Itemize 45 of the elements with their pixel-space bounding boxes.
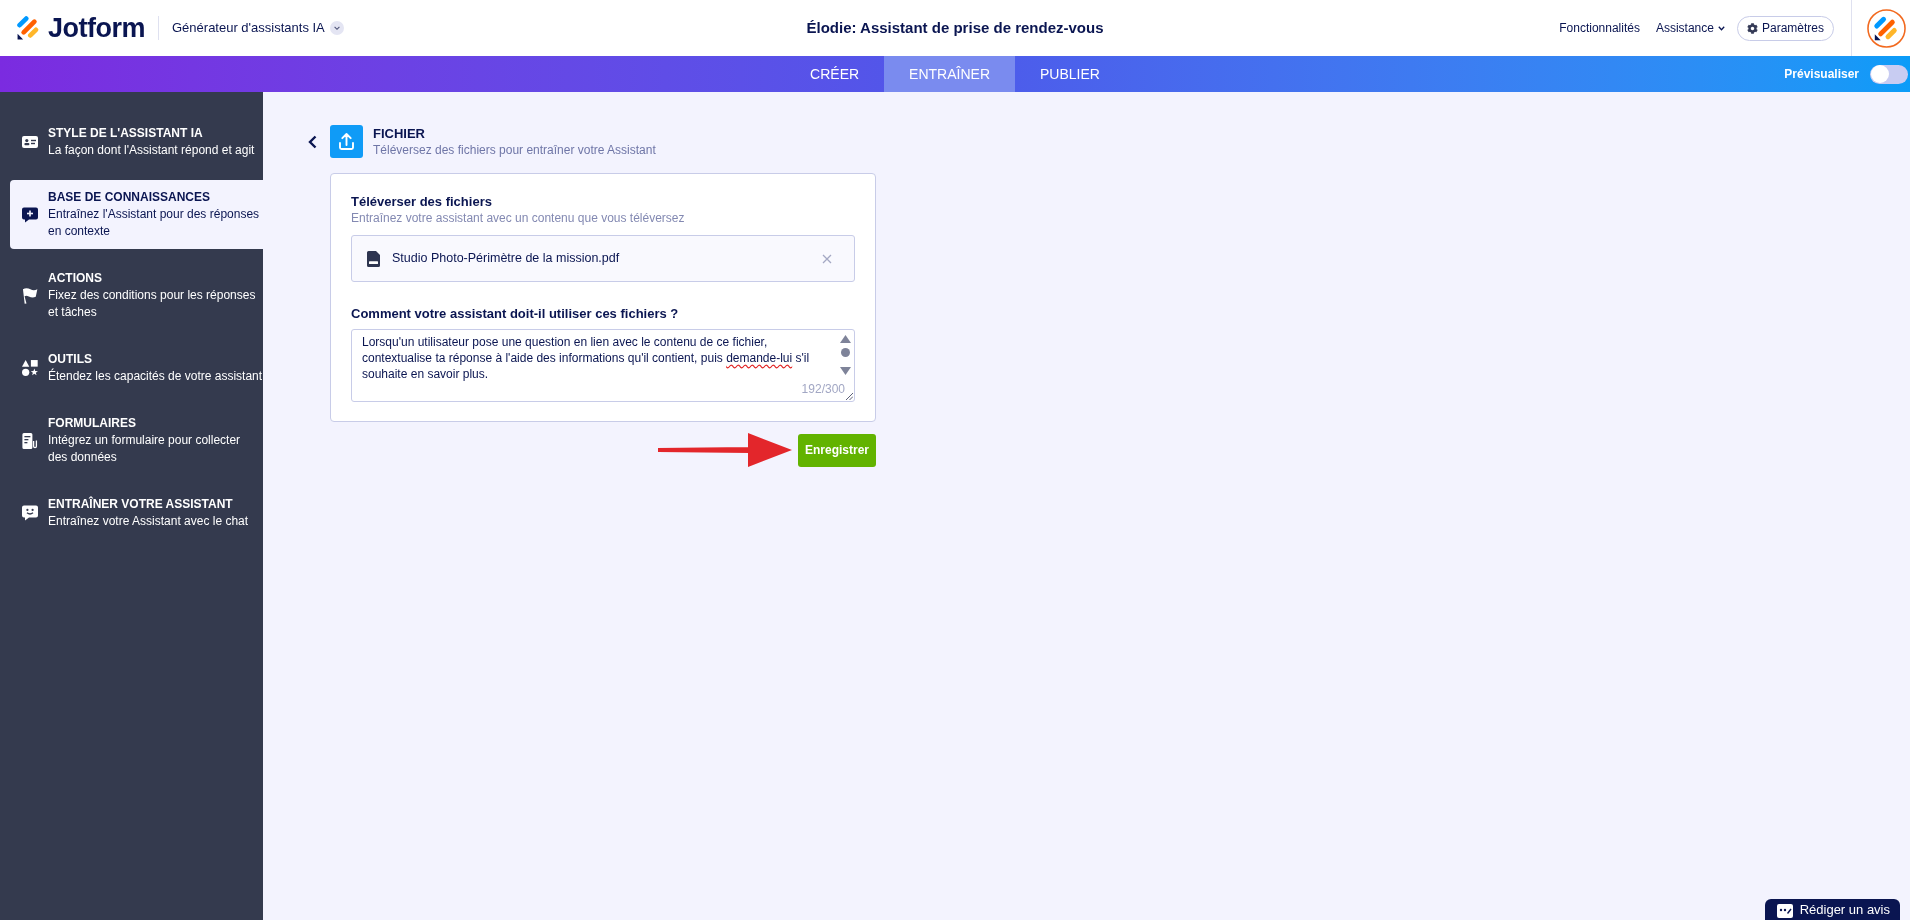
preview-label: Prévisualiser [1784,66,1859,83]
shapes-icon [22,360,38,376]
form-clip-icon [22,432,38,449]
sidebar-item[interactable]: STYLE DE L'ASSISTANT IA La façon dont l'Assistant répond et agit [10,116,263,168]
question-label: Comment votre assistant doit-il utiliser ces fichiers ? [351,306,680,322]
scroll-thumb[interactable] [841,348,850,357]
preview-toggle[interactable] [1870,64,1908,84]
instructions-field[interactable]: Lorsqu'un utilisateur pose une question en lien avec le contenu de ce fichier, contextualise ta réponse à l'aide des informations qu'il contient, puis demande-lui s'il souhaite en savoir plus. 192/300 [351,329,855,402]
id-card-icon [22,134,38,150]
upload-icon [330,125,363,158]
settings-icon [1746,22,1758,34]
feedback-icon [1776,904,1793,918]
chevron-down-icon [329,21,344,35]
sidebar-item[interactable]: BASE DE CONNAISSANCES Entraînez l'Assistant pour des réponses en contexte [10,180,263,249]
logo-icon [17,16,39,40]
nav-link[interactable]: Fonctionnalités [1559,19,1640,37]
product-menu[interactable]: Générateur d'assistants IA [172,18,344,38]
section-subtitle: Téléversez des fichiers pour entraîner votre Assistant [373,142,656,159]
avatar-icon[interactable] [1867,8,1906,48]
card-subtitle: Entraînez votre assistant avec un contenu que vous téléversez [351,210,686,227]
scroll-up-icon[interactable] [840,335,851,343]
tab[interactable]: PUBLIER [1015,56,1125,92]
flag-icon [22,287,38,304]
chat-plus-icon [22,206,38,223]
resize-handle-icon[interactable] [846,393,853,400]
tab[interactable]: CRÉER [785,56,885,92]
sidebar-item[interactable]: ENTRAÎNER VOTRE ASSISTANT Entraînez votre Assistant avec le chat [10,487,263,539]
feedback-button[interactable]: Rédiger un avis [1764,899,1900,920]
sidebar-item[interactable]: FORMULAIRES Intégrez un formulaire pour collecter des données [10,406,263,475]
file-name: Studio Photo-Périmètre de la mission.pdf [392,250,620,268]
character-counter: 192/300 [801,382,845,396]
logo-text: Jotform [48,14,145,42]
chevron-down-icon [1717,25,1725,31]
scroll-down-icon[interactable] [840,367,851,375]
back-chevron-icon[interactable] [308,135,317,149]
settings-button[interactable]: Paramètres [1736,15,1834,41]
close-icon[interactable] [822,253,832,264]
page-title: Élodie: Assistant de prise de rendez-vous [806,17,1104,38]
nav-dropdown[interactable]: Assistance [1655,19,1725,37]
section-title: FICHIER [373,125,426,142]
chat-smile-icon [22,505,38,521]
sidebar-item[interactable]: OUTILS Étendez les capacités de votre assistant [10,342,263,394]
pdf-file-icon [367,250,380,267]
card-title: Téléverser des fichiers [351,193,493,210]
sidebar-item[interactable]: ACTIONS Fixez des conditions pour les réponses et tâches [10,261,263,330]
